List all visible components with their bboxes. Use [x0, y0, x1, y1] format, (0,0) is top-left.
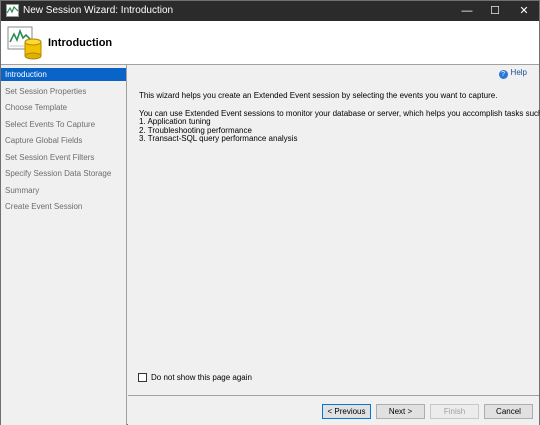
- do-not-show-again-row[interactable]: Do not show this page again: [138, 373, 252, 382]
- help-link[interactable]: ? Help: [498, 68, 527, 79]
- maximize-button[interactable]: ☐: [481, 1, 509, 21]
- sidebar-item-summary[interactable]: Summary: [1, 184, 126, 197]
- help-label: Help: [510, 68, 527, 77]
- finish-button[interactable]: Finish: [430, 404, 479, 419]
- help-icon: ?: [498, 70, 508, 79]
- sidebar-item-set-session-properties[interactable]: Set Session Properties: [1, 85, 126, 98]
- do-not-show-again-label: Do not show this page again: [151, 373, 252, 382]
- sidebar-item-introduction[interactable]: Introduction: [1, 68, 126, 81]
- minimize-button[interactable]: —: [453, 1, 481, 21]
- page-title: Introduction: [48, 37, 113, 49]
- sidebar-item-create-event-session[interactable]: Create Event Session: [1, 200, 126, 213]
- sidebar-item-choose-template[interactable]: Choose Template: [1, 101, 126, 114]
- main-content: ? Help This wizard helps you create an Ex…: [128, 65, 540, 395]
- next-button[interactable]: Next >: [376, 404, 425, 419]
- wizard-window: New Session Wizard: Introduction — ☐ ✕ I…: [0, 0, 540, 425]
- previous-button[interactable]: < Previous: [322, 404, 371, 419]
- app-icon: [6, 4, 19, 17]
- task-item: 3. Transact-SQL query performance analys…: [139, 134, 298, 143]
- wizard-steps-sidebar: Introduction Set Session Properties Choo…: [1, 65, 127, 425]
- wizard-header: Introduction: [1, 21, 539, 65]
- sidebar-item-specify-data-storage[interactable]: Specify Session Data Storage: [1, 167, 126, 180]
- sidebar-item-set-session-event-filters[interactable]: Set Session Event Filters: [1, 151, 126, 164]
- do-not-show-again-checkbox[interactable]: [138, 373, 147, 382]
- intro-text: This wizard helps you create an Extended…: [139, 91, 498, 100]
- event-session-icon: [7, 26, 42, 60]
- wizard-footer: < Previous Next > Finish Cancel: [128, 395, 539, 425]
- title-bar[interactable]: New Session Wizard: Introduction — ☐ ✕: [1, 1, 539, 21]
- close-button[interactable]: ✕: [510, 1, 538, 21]
- task-list: 1. Application tuning 2. Troubleshooting…: [139, 117, 298, 144]
- cancel-button[interactable]: Cancel: [484, 404, 533, 419]
- window-title: New Session Wizard: Introduction: [23, 5, 174, 16]
- sidebar-item-capture-global-fields[interactable]: Capture Global Fields: [1, 134, 126, 147]
- sidebar-item-select-events[interactable]: Select Events To Capture: [1, 118, 126, 131]
